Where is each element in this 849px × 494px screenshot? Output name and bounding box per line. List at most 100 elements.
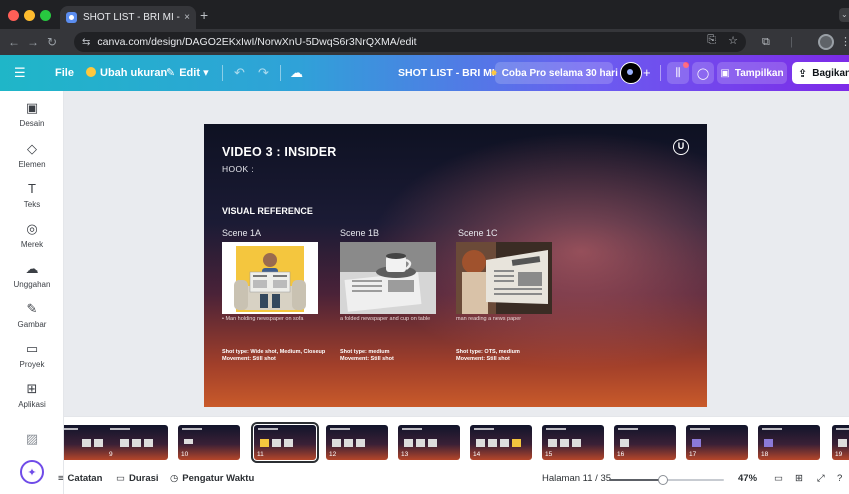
tab-close-icon[interactable]: ×: [184, 12, 190, 23]
comment-icon[interactable]: ◯: [692, 62, 714, 84]
slide-title[interactable]: VIDEO 3 : INSIDER: [222, 145, 337, 159]
undo-icon[interactable]: ↶: [234, 55, 245, 91]
window-minimize-button[interactable]: [24, 10, 35, 21]
file-menu[interactable]: File: [55, 55, 74, 91]
slide-page[interactable]: VIDEO 3 : INSIDER HOOK : U VISUAL REFERE…: [204, 124, 707, 407]
translate-icon[interactable]: ⎘: [707, 34, 716, 47]
chevron-down-icon: ▾: [203, 67, 209, 79]
scene-1a-image[interactable]: [222, 242, 318, 314]
window-close-button[interactable]: [8, 10, 19, 21]
photos-icon: ▨: [25, 431, 39, 446]
brand-logo-icon: U: [673, 139, 689, 155]
duration-button[interactable]: ▭ Durasi: [116, 464, 159, 494]
editor-canvas[interactable]: VIDEO 3 : INSIDER HOOK : U VISUAL REFERE…: [64, 91, 849, 416]
page-thumbnail[interactable]: 9: [106, 425, 168, 460]
edit-menu[interactable]: ✎ Edit ▾: [166, 55, 209, 91]
scene-1c-shot-type[interactable]: Shot type: OTS, medium Movement: Still sh…: [456, 349, 566, 363]
zoom-slider-handle[interactable]: [658, 475, 669, 485]
page-thumbnail[interactable]: 19: [832, 425, 849, 460]
scene-1c-caption[interactable]: man reading a news paper: [456, 316, 566, 323]
page-thumbnail[interactable]: 17: [686, 425, 748, 460]
apps-grid-icon: ⊞: [26, 381, 38, 396]
left-sidebar: ▣ Desain ◇ Elemen T Teks ◎ Merek ☁ Ungga…: [0, 91, 64, 494]
main-menu-icon[interactable]: ☰: [14, 55, 26, 91]
user-avatar[interactable]: [620, 62, 642, 84]
magic-assistant-button[interactable]: ✦: [20, 460, 44, 484]
scene-1b-caption[interactable]: a folded newspaper and cup on table: [340, 316, 444, 323]
page-thumbnail[interactable]: 13: [398, 425, 460, 460]
page-thumbnail[interactable]: 18: [758, 425, 820, 460]
window-zoom-button[interactable]: [40, 10, 51, 21]
extensions-icon[interactable]: ⧉: [762, 34, 770, 50]
url-omnibox[interactable]: ⇆ canva.com/design/DAGO2EKxIwI/NorwXnU-5…: [74, 32, 746, 52]
back-icon[interactable]: ←: [8, 34, 20, 50]
man-reading-newspaper-photo: [456, 242, 552, 314]
site-info-icon[interactable]: ⇆: [82, 37, 90, 48]
page-thumbnail[interactable]: 14: [470, 425, 532, 460]
share-button[interactable]: ⇪ Bagikan: [792, 62, 849, 84]
bookmark-star-icon[interactable]: ☆: [728, 34, 738, 47]
scene-1c-label[interactable]: Scene 1C: [458, 228, 498, 238]
sidebar-item-text[interactable]: T Teks: [0, 181, 64, 221]
page-thumbnail[interactable]: 12: [326, 425, 388, 460]
grid-view-icon[interactable]: ⊞: [795, 464, 803, 494]
sidebar-item-projects[interactable]: ▭ Proyek: [0, 341, 64, 381]
sidebar-item-label: Gambar: [17, 320, 47, 329]
sidebar-item-brand[interactable]: ◎ Merek: [0, 221, 64, 261]
sidebar-item-label: Unggahan: [13, 280, 51, 289]
page-thumbnail-selected[interactable]: 11: [251, 422, 319, 463]
scene-1c-image[interactable]: [456, 242, 552, 314]
scene-1a-shot-type[interactable]: Shot type: Wide shot, Medium, Closeup Mov…: [222, 349, 332, 363]
present-button[interactable]: ▣ Tampilkan: [717, 62, 787, 84]
help-icon[interactable]: ?: [837, 464, 842, 494]
slide-hook-label[interactable]: HOOK :: [222, 164, 254, 174]
browser-address-bar: ← → ↻ ⇆ canva.com/design/DAGO2EKxIwI/Nor…: [0, 29, 849, 55]
invite-plus-button[interactable]: +: [643, 55, 651, 91]
timer-button[interactable]: ◷ Pengatur Waktu: [170, 464, 254, 494]
visual-reference-heading[interactable]: VISUAL REFERENCE: [222, 206, 313, 216]
zoom-level[interactable]: 47%: [738, 464, 757, 494]
page-view-icon[interactable]: ▭: [774, 464, 783, 494]
redo-icon[interactable]: ↷: [258, 55, 269, 91]
sidebar-item-label: Proyek: [19, 360, 45, 369]
fullscreen-icon[interactable]: ⤢: [817, 464, 825, 494]
page-thumbnail[interactable]: 16: [614, 425, 676, 460]
sidebar-item-label: Aplikasi: [18, 400, 46, 409]
duration-icon: ▭: [116, 473, 125, 484]
reload-icon[interactable]: ↻: [47, 34, 57, 50]
share-upload-icon: ⇪: [798, 67, 808, 80]
try-pro-button[interactable]: ✸ Coba Pro selama 30 hari: [490, 62, 618, 84]
insights-chart-icon[interactable]: ⫼: [667, 62, 689, 84]
browser-menu-icon[interactable]: ⋮: [840, 34, 849, 50]
canva-favicon-icon: [66, 12, 77, 23]
tab-search-icon[interactable]: ⌄: [839, 8, 849, 22]
resize-button[interactable]: Ubah ukuran: [86, 55, 167, 91]
scene-1a-label[interactable]: Scene 1A: [222, 228, 261, 238]
zoom-slider[interactable]: [609, 475, 724, 485]
zoom-slider-fill: [609, 479, 664, 481]
sidebar-item-apps[interactable]: ⊞ Aplikasi: [0, 381, 64, 421]
page-thumbnail[interactable]: 15: [542, 425, 604, 460]
sidebar-item-draw[interactable]: ✎ Gambar: [0, 301, 64, 341]
sidebar-item-design[interactable]: ▣ Desain: [0, 100, 64, 140]
new-tab-button[interactable]: +: [200, 8, 208, 22]
scene-1a-caption[interactable]: • Man holding newspaper on sofa: [222, 316, 332, 323]
notes-button[interactable]: ≡ Catatan: [58, 464, 102, 494]
browser-tab-strip: SHOT LIST - BRI MI - Present × + ⌄: [0, 0, 849, 29]
scene-1b-label[interactable]: Scene 1B: [340, 228, 379, 238]
design-icon: ▣: [25, 100, 39, 115]
sidebar-item-elements[interactable]: ◇ Elemen: [0, 141, 64, 181]
cloud-save-icon[interactable]: ☁: [290, 55, 303, 91]
scene-1b-shot-type[interactable]: Shot type: medium Movement: Still shot: [340, 349, 450, 363]
document-title[interactable]: SHOT LIST - BRI MI: [398, 55, 495, 91]
sidebar-item-uploads[interactable]: ☁ Unggahan: [0, 261, 64, 301]
browser-tab[interactable]: SHOT LIST - BRI MI - Present ×: [60, 6, 196, 29]
forward-icon[interactable]: →: [27, 34, 39, 50]
pro-star-icon: ✸: [490, 67, 498, 78]
page-thumbnail[interactable]: 10: [178, 425, 240, 460]
scene-1b-image[interactable]: [340, 242, 436, 314]
man-on-sofa-photo: [222, 242, 318, 314]
page-indicator[interactable]: Halaman 11 / 35: [542, 464, 611, 494]
profile-avatar[interactable]: [818, 34, 834, 50]
crown-icon: [86, 67, 96, 77]
